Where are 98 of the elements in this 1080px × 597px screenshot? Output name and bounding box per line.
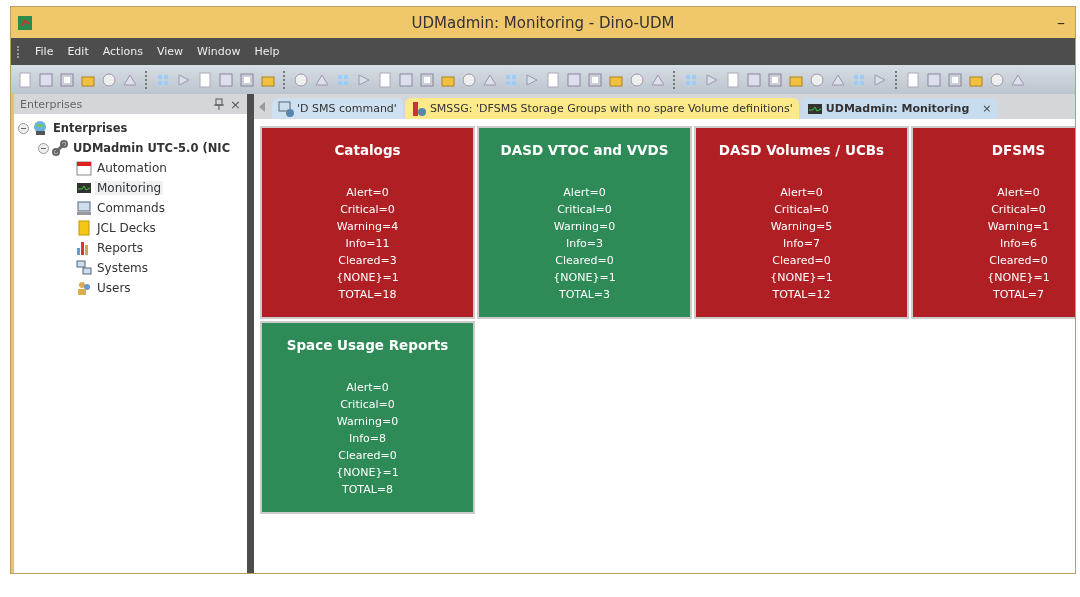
count-text: Cleared=0 (772, 253, 831, 269)
page-icon[interactable] (197, 71, 213, 88)
count-text: Info=8 (348, 431, 386, 447)
menu-item[interactable]: Window (197, 45, 241, 58)
circle-icon[interactable] (629, 71, 645, 88)
count-text: {NONE}=1 (336, 270, 399, 286)
count-text: Alert=0 (563, 185, 606, 201)
count-text: Info=7 (782, 236, 820, 252)
count-text: {NONE}=1 (336, 465, 399, 481)
count-text: Alert=0 (346, 380, 389, 396)
tile-title: DASD Volumes / UCBs (718, 142, 885, 158)
count-text: Cleared=3 (338, 253, 397, 269)
count-text: Alert=0 (346, 185, 389, 201)
status-tile[interactable]: DFSMS Alert=0 Critical=0 Warning=1 Info=6 Cleared=0 {NONE}=1 TOTAL=7 (913, 128, 1075, 317)
app-icon (17, 14, 33, 31)
monitor-icon (76, 180, 92, 196)
count-text: {NONE}=1 (770, 270, 833, 286)
count-text: Critical=0 (774, 202, 829, 218)
status-tile[interactable]: Space Usage Reports Alert=0 Critical=0 Warning=0 Info=8 Cleared=0 {NONE}=1 TOTAL=8 (262, 323, 473, 512)
users-icon (76, 280, 92, 296)
count-text: {NONE}=1 (553, 270, 616, 286)
tab[interactable]: 'D SMS command' (272, 98, 403, 119)
count-text: TOTAL=18 (338, 287, 397, 303)
tree-item[interactable]: Users (95, 281, 133, 295)
page-icon[interactable] (377, 71, 393, 88)
count-text: Cleared=0 (338, 448, 397, 464)
count-text: Alert=0 (780, 185, 823, 201)
window-title: UDMadmin: Monitoring - Dino-UDM (410, 13, 676, 32)
window-icon[interactable] (587, 71, 603, 88)
status-tile[interactable]: Catalogs Alert=0 Critical=0 Warning=4 Info=11 Cleared=3 {NONE}=1 TOTAL=18 (262, 128, 473, 317)
tile-title: Catalogs (334, 142, 401, 158)
collapse-toggle[interactable] (18, 122, 29, 134)
count-text: Critical=0 (991, 202, 1046, 218)
count-text: Warning=0 (553, 219, 616, 235)
network-icon (76, 260, 92, 276)
globe-icon (32, 120, 48, 136)
calendar-icon (76, 160, 92, 176)
pin-icon[interactable] (214, 98, 225, 110)
page-icon[interactable] (905, 71, 921, 88)
circle-icon[interactable] (461, 71, 477, 88)
count-text: Critical=0 (557, 202, 612, 218)
count-text: Warning=0 (336, 414, 399, 430)
menu-item[interactable]: File (35, 45, 54, 58)
count-text: {NONE}=1 (987, 270, 1050, 286)
tile-title: DASD VTOC and VVDS (500, 142, 669, 158)
circle-icon[interactable] (809, 71, 825, 88)
tree-item[interactable]: Reports (95, 241, 146, 255)
window-icon[interactable] (767, 71, 783, 88)
tile-title: DFSMS (991, 142, 1046, 158)
circle-icon[interactable] (989, 71, 1005, 88)
count-text: Alert=0 (997, 185, 1040, 201)
menu-item[interactable]: Actions (102, 45, 143, 58)
tab[interactable]: UDMadmin: Monitoring × (800, 98, 998, 119)
count-text: Warning=4 (336, 219, 399, 235)
count-text: Warning=1 (987, 219, 1050, 235)
page-icon[interactable] (17, 71, 33, 88)
minimize-button[interactable]: – (1053, 13, 1069, 32)
window-icon[interactable] (947, 71, 963, 88)
status-tile[interactable]: DASD VTOC and VVDS Alert=0 Critical=0 Warning=0 Info=3 Cleared=0 {NONE}=1 TOTAL=3 (479, 128, 690, 317)
link-icon (52, 140, 68, 156)
count-text: Cleared=0 (555, 253, 614, 269)
collapse-toggle[interactable] (38, 142, 49, 154)
tree-item[interactable]: Automation (95, 161, 169, 175)
count-text: Warning=5 (770, 219, 833, 235)
tile-title: Space Usage Reports (286, 337, 449, 353)
count-text: Info=6 (999, 236, 1037, 252)
menu-item[interactable]: Help (254, 45, 280, 58)
count-text: Critical=0 (340, 202, 395, 218)
menu-item[interactable]: View (156, 45, 184, 58)
page-icon[interactable] (725, 71, 741, 88)
tab[interactable]: SMSSG: 'DFSMS Storage Groups with no spare Volume definitions' (404, 98, 799, 119)
tree-item[interactable]: UDMadmin UTC-5.0 (NIC (71, 141, 233, 155)
status-tile[interactable]: DASD Volumes / UCBs Alert=0 Critical=0 Warning=5 Info=7 Cleared=0 {NONE}=1 TOTAL=12 (696, 128, 907, 317)
count-text: TOTAL=12 (772, 287, 831, 303)
page-icon[interactable] (545, 71, 561, 88)
count-text: TOTAL=8 (341, 482, 394, 498)
tree-item[interactable]: Commands (95, 201, 167, 215)
tree-item[interactable]: JCL Decks (95, 221, 158, 235)
count-text: Info=3 (565, 236, 603, 252)
window-icon[interactable] (59, 71, 75, 88)
tree-item[interactable]: Monitoring (95, 181, 164, 195)
close-button[interactable]: × (230, 96, 241, 112)
count-text: TOTAL=7 (992, 287, 1045, 303)
circle-icon[interactable] (101, 71, 117, 88)
menu-item[interactable]: Edit (67, 45, 89, 58)
count-text: Info=11 (345, 236, 390, 252)
panel-splitter[interactable] (247, 94, 254, 573)
close-tab-button[interactable]: × (982, 102, 992, 115)
count-text: Critical=0 (340, 397, 395, 413)
panel-title: Enterprises (20, 97, 84, 111)
window-icon[interactable] (239, 71, 255, 88)
window-icon[interactable] (419, 71, 435, 88)
tree-item[interactable]: Enterprises (51, 121, 130, 135)
scroll-left-icon[interactable] (258, 101, 266, 112)
circle-icon[interactable] (293, 71, 309, 88)
tree-item[interactable]: Systems (95, 261, 150, 275)
count-text: Cleared=0 (989, 253, 1048, 269)
count-text: TOTAL=3 (558, 287, 611, 303)
